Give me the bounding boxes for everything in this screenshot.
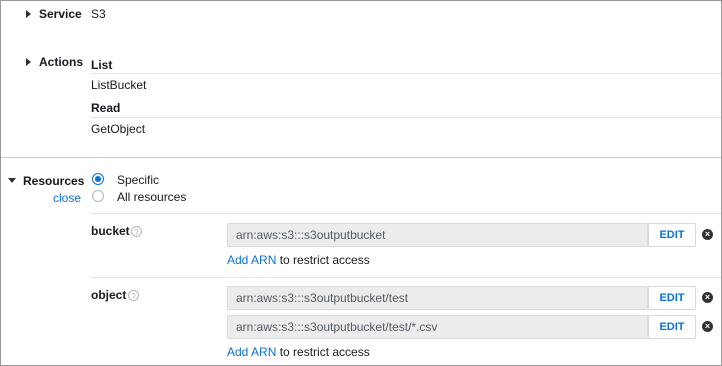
help-icon[interactable]: ?: [131, 226, 142, 237]
radio-all-resources[interactable]: [92, 190, 104, 202]
add-arn-row: Add ARN to restrict access: [227, 345, 370, 359]
service-value: S3: [91, 7, 106, 21]
action-group-heading: Read: [91, 101, 121, 115]
add-arn-link[interactable]: Add ARN: [227, 253, 276, 267]
edit-button[interactable]: EDIT: [648, 286, 696, 310]
remove-icon[interactable]: ×: [702, 229, 713, 240]
action-item: GetObject: [91, 122, 146, 136]
bucket-label: bucket: [91, 224, 130, 238]
expand-caret-icon[interactable]: [26, 58, 31, 66]
arn-value: arn:aws:s3:::s3outputbucket/test/*.csv: [236, 320, 438, 334]
remove-icon[interactable]: ×: [702, 292, 713, 303]
resources-label: Resources: [23, 174, 85, 188]
bucket-arn-field[interactable]: arn:aws:s3:::s3outputbucket: [227, 223, 648, 247]
actions-label: Actions: [39, 55, 84, 69]
radio-all-resources-label: All resources: [117, 190, 187, 204]
edit-button[interactable]: EDIT: [648, 223, 696, 247]
help-icon[interactable]: ?: [128, 290, 139, 301]
edit-button[interactable]: EDIT: [648, 315, 696, 339]
add-arn-link[interactable]: Add ARN: [227, 345, 276, 359]
service-label: Service: [39, 7, 82, 21]
radio-specific[interactable]: [92, 173, 104, 185]
object-label: object: [91, 288, 127, 302]
divider: [91, 73, 721, 74]
section-divider: [1, 157, 721, 158]
add-arn-suffix: to restrict access: [279, 345, 370, 359]
divider: [91, 117, 721, 118]
policy-editor-panel: Service S3 Actions List ListBucket Read …: [0, 0, 722, 366]
action-item: ListBucket: [91, 78, 147, 92]
divider: [91, 277, 721, 278]
radio-specific-label: Specific: [117, 173, 160, 187]
object-arn-field[interactable]: arn:aws:s3:::s3outputbucket/test: [227, 286, 648, 310]
arn-value: arn:aws:s3:::s3outputbucket/test: [236, 291, 409, 305]
expand-caret-icon[interactable]: [26, 10, 31, 18]
close-link[interactable]: close: [53, 191, 81, 205]
remove-icon[interactable]: ×: [702, 321, 713, 332]
add-arn-row: Add ARN to restrict access: [227, 253, 370, 267]
object-arn-field[interactable]: arn:aws:s3:::s3outputbucket/test/*.csv: [227, 315, 648, 339]
divider: [91, 213, 721, 214]
action-group-heading: List: [91, 58, 113, 72]
collapse-caret-icon[interactable]: [8, 178, 16, 183]
arn-value: arn:aws:s3:::s3outputbucket: [236, 228, 386, 242]
add-arn-suffix: to restrict access: [279, 253, 370, 267]
